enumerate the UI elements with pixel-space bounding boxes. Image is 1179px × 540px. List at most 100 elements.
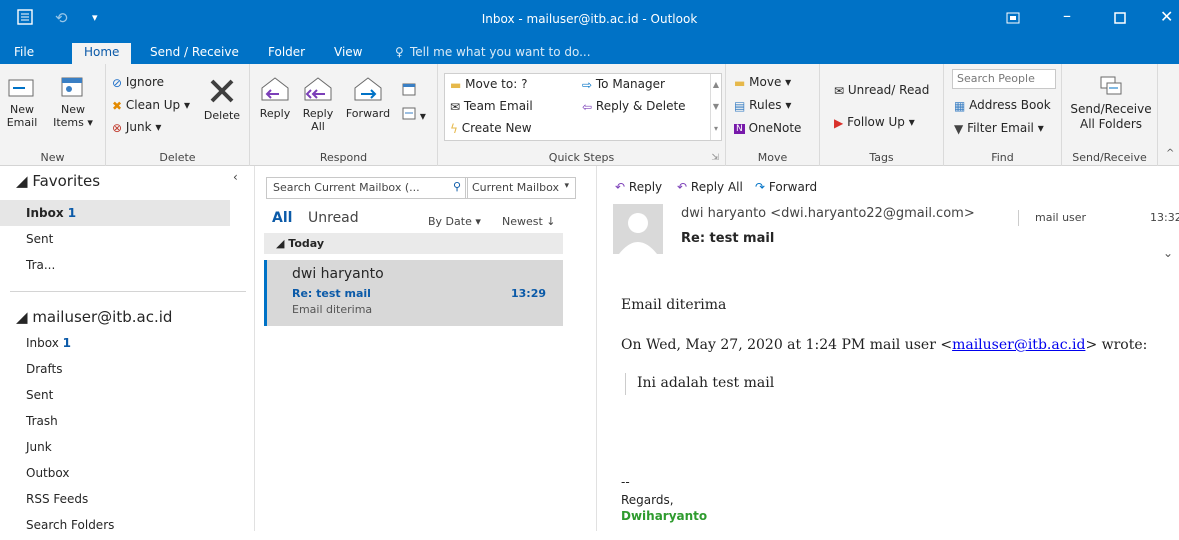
group-move-label: Move: [757, 151, 788, 164]
onenote-button[interactable]: N OneNote: [734, 121, 801, 135]
quick-step-to-manager[interactable]: ⇨ To Manager: [582, 77, 665, 92]
folder-rss-feeds[interactable]: RSS Feeds: [0, 488, 230, 514]
group-tags: ✉ Unread/ Read ▶ Follow Up ▾ Tags: [820, 64, 944, 166]
folder-junk[interactable]: Junk: [0, 436, 230, 462]
quick-step-reply-delete[interactable]: ⇦ Reply & Delete: [582, 99, 686, 114]
sort-order-toggle[interactable]: Newest ↓: [502, 215, 556, 228]
list-item[interactable]: dwi haryanto Re: test mail 13:29 Email d…: [264, 260, 563, 326]
signature-dash: --: [621, 475, 630, 489]
folder-inbox[interactable]: Inbox 1: [0, 332, 230, 358]
ribbon-display-icon[interactable]: [1006, 9, 1020, 28]
tab-file[interactable]: File: [14, 45, 34, 59]
favorites-header[interactable]: ◢ Favorites: [16, 172, 100, 190]
folder-outbox[interactable]: Outbox: [0, 462, 230, 488]
collapse-pane-icon[interactable]: ‹: [233, 170, 238, 184]
divider: [10, 291, 246, 292]
delete-button[interactable]: Delete: [202, 76, 242, 122]
junk-button[interactable]: ⊗ Junk ▾: [112, 120, 161, 135]
new-items-button[interactable]: New Items ▾: [48, 74, 98, 129]
unread-read-button[interactable]: ✉ Unread/ Read: [834, 83, 929, 98]
reading-pane: ↶ Reply ↶ Reply All ↷ Forward dwi haryan…: [596, 166, 1179, 531]
rules-button[interactable]: ▤ Rules ▾: [734, 98, 791, 113]
group-header-today[interactable]: ◢ Today: [264, 233, 563, 254]
team-email-icon: ✉: [450, 99, 461, 114]
tell-me-icon[interactable]: ♀: [395, 45, 404, 59]
group-delete-label: Delete: [159, 151, 196, 164]
new-email-button[interactable]: New Email: [2, 74, 42, 129]
quoted-text: Ini adalah test mail: [637, 375, 775, 391]
favorite-trash[interactable]: Tra...: [0, 252, 230, 278]
send-receive-icon: [1100, 76, 1122, 95]
expand-header-icon[interactable]: ⌄: [1163, 246, 1173, 260]
tab-home[interactable]: Home: [72, 43, 132, 64]
quick-step-move-to[interactable]: ▬ Move to: ?: [450, 77, 527, 92]
account-header[interactable]: ◢ mailuser@itb.ac.id: [16, 308, 172, 326]
minimize-icon[interactable]: –: [1063, 6, 1071, 25]
search-scope-dropdown[interactable]: Current Mailbox ▾: [465, 177, 576, 199]
recipient[interactable]: mail user: [1035, 211, 1086, 224]
quick-step-team-email[interactable]: ✉ Team Email: [450, 99, 533, 114]
forward-icon: ↷: [755, 180, 766, 194]
group-delete: ⊘ Ignore ✖ Clean Up ▾ ⊗ Junk ▾ Delete De…: [106, 64, 250, 166]
quick-steps-scroll[interactable]: ▲ ▼ ▾: [710, 74, 721, 140]
forward-button[interactable]: Forward: [340, 74, 396, 120]
quick-step-create-new[interactable]: ϟ Create New: [450, 121, 532, 136]
folder-drafts[interactable]: Drafts: [0, 358, 230, 384]
folder-pane: ◢ Favorites ‹ Inbox 1 Sent Tra... ◢ mail…: [0, 166, 255, 532]
reply-all-action[interactable]: ↶ Reply All: [677, 180, 743, 194]
tell-me-search[interactable]: Tell me what you want to do...: [410, 45, 591, 59]
more-respond-button[interactable]: ▾: [402, 106, 426, 123]
group-move: ▬ Move ▾ ▤ Rules ▾ N OneNote Move: [726, 64, 820, 166]
filter-unread[interactable]: Unread: [308, 210, 359, 226]
delete-icon: [210, 79, 234, 103]
filter-all[interactable]: All: [272, 210, 292, 226]
rules-icon: ▤: [734, 98, 746, 113]
onenote-icon: N: [734, 123, 745, 134]
folder-search-folders[interactable]: Search Folders: [0, 514, 230, 540]
clean-up-button[interactable]: ✖ Clean Up ▾: [112, 98, 190, 113]
reply-delete-icon: ⇦: [582, 99, 593, 114]
close-icon[interactable]: ✕: [1160, 7, 1173, 26]
reply-all-button[interactable]: Reply All: [298, 74, 338, 133]
search-input[interactable]: Search Current Mailbox (... ⚲: [266, 177, 468, 199]
move-button[interactable]: ▬ Move ▾: [734, 75, 791, 90]
dialog-launcher-icon[interactable]: ⇲: [711, 153, 719, 163]
title-bar: ⟲ ▾ Inbox - mailuser@itb.ac.id - Outlook…: [0, 0, 1179, 40]
sender-address[interactable]: dwi haryanto <dwi.haryanto22@gmail.com>: [681, 206, 975, 221]
tab-send-receive[interactable]: Send / Receive: [150, 45, 239, 59]
ignore-button[interactable]: ⊘ Ignore: [112, 75, 164, 90]
forward-action[interactable]: ↷ Forward: [755, 180, 817, 194]
signature-name: Dwiharyanto: [621, 509, 708, 523]
folder-sent[interactable]: Sent: [0, 384, 230, 410]
forward-icon: [354, 77, 382, 101]
sort-by-dropdown[interactable]: By Date ▾: [428, 215, 481, 228]
filter-email-button[interactable]: ▼ Filter Email ▾: [954, 121, 1044, 136]
group-quick-steps-label: Quick Steps: [548, 151, 615, 164]
email-link[interactable]: mailuser@itb.ac.id: [952, 337, 1085, 353]
favorite-inbox[interactable]: Inbox 1: [0, 200, 230, 226]
move-folder-icon: ▬: [734, 75, 746, 90]
header-divider: [1018, 210, 1019, 226]
folder-trash[interactable]: Trash: [0, 410, 230, 436]
tab-folder[interactable]: Folder: [268, 45, 305, 59]
address-book-button[interactable]: ▦ Address Book: [954, 98, 1051, 113]
favorite-sent[interactable]: Sent: [0, 226, 230, 252]
maximize-icon[interactable]: [1114, 9, 1126, 28]
search-icon: ⚲: [452, 180, 461, 193]
chevron-down-icon: ▾: [564, 181, 569, 191]
reply-button[interactable]: Reply: [256, 74, 294, 120]
message-sender: dwi haryanto: [292, 266, 384, 282]
avatar: [613, 204, 663, 254]
group-new-label: New: [40, 151, 65, 164]
send-receive-all-button[interactable]: Send/Receive All Folders: [1068, 74, 1154, 132]
quote-attribution: On Wed, May 27, 2020 at 1:24 PM mail use…: [621, 337, 1148, 353]
meeting-reply-button[interactable]: [402, 82, 416, 99]
reply-action[interactable]: ↶ Reply: [615, 180, 662, 194]
follow-up-button[interactable]: ▶ Follow Up ▾: [834, 115, 915, 130]
collapse-ribbon-icon[interactable]: ^: [1166, 148, 1174, 159]
menu-bar: File Home Send / Receive Folder View ♀ T…: [0, 40, 1179, 64]
search-people-input[interactable]: Search People: [952, 69, 1056, 89]
meeting-icon: [402, 83, 416, 96]
tab-view[interactable]: View: [334, 45, 362, 59]
group-send-receive: Send/Receive All Folders Send/Receive: [1062, 64, 1158, 166]
